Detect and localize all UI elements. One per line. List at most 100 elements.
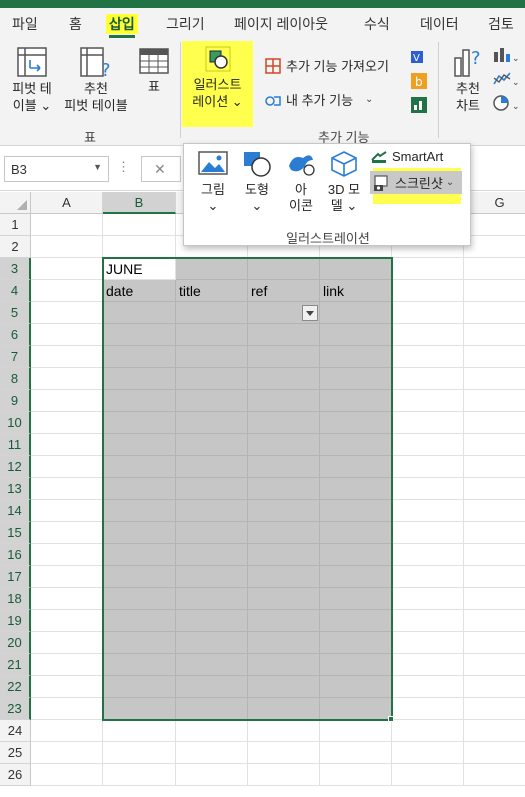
cell-c24[interactable] xyxy=(176,720,248,742)
cell-d26[interactable] xyxy=(248,764,320,786)
cell-b7[interactable] xyxy=(103,346,176,368)
tab-page-layout[interactable]: 페이지 레이아웃 xyxy=(234,14,328,34)
cell-c5[interactable] xyxy=(176,302,248,324)
cell-g8[interactable] xyxy=(464,368,525,390)
cell-f20[interactable] xyxy=(392,632,464,654)
cell-g24[interactable] xyxy=(464,720,525,742)
cell-e26[interactable] xyxy=(320,764,392,786)
cell-g16[interactable] xyxy=(464,544,525,566)
line-chart-icon[interactable]: ⌄ xyxy=(492,70,520,88)
cell-e16[interactable] xyxy=(320,544,392,566)
row-header-17[interactable]: 17 xyxy=(0,566,31,588)
cell-e23[interactable] xyxy=(320,698,392,720)
cell-a15[interactable] xyxy=(31,522,103,544)
cell-b21[interactable] xyxy=(103,654,176,676)
cell-b26[interactable] xyxy=(103,764,176,786)
cell-g12[interactable] xyxy=(464,456,525,478)
cell-c18[interactable] xyxy=(176,588,248,610)
cell-g6[interactable] xyxy=(464,324,525,346)
row-header-21[interactable]: 21 xyxy=(0,654,31,676)
cell-b23[interactable] xyxy=(103,698,176,720)
cell-f14[interactable] xyxy=(392,500,464,522)
cell-b9[interactable] xyxy=(103,390,176,412)
cell-a4[interactable] xyxy=(31,280,103,302)
cell-d16[interactable] xyxy=(248,544,320,566)
cell-e3[interactable] xyxy=(320,258,392,280)
row-header-24[interactable]: 24 xyxy=(0,720,31,742)
cell-f5[interactable] xyxy=(392,302,464,324)
picture-button[interactable]: 그림 ⌄ xyxy=(194,150,232,214)
cell-g17[interactable] xyxy=(464,566,525,588)
cell-a3[interactable] xyxy=(31,258,103,280)
cell-e25[interactable] xyxy=(320,742,392,764)
cell-f13[interactable] xyxy=(392,478,464,500)
cell-d17[interactable] xyxy=(248,566,320,588)
cell-b17[interactable] xyxy=(103,566,176,588)
row-header-3[interactable]: 3 xyxy=(0,258,31,280)
cell-a1[interactable] xyxy=(31,214,103,236)
cell-g7[interactable] xyxy=(464,346,525,368)
cell-a13[interactable] xyxy=(31,478,103,500)
tab-review[interactable]: 검토 xyxy=(488,14,514,34)
recommended-pivot-button[interactable]: ? 추천 피벗 테이블 xyxy=(58,46,134,114)
cell-b22[interactable] xyxy=(103,676,176,698)
cell-e4[interactable]: link xyxy=(320,280,392,302)
cell-c4[interactable]: title xyxy=(176,280,248,302)
cell-e22[interactable] xyxy=(320,676,392,698)
get-addins-button[interactable]: 추가 기능 가져오기 xyxy=(264,56,389,75)
cell-a24[interactable] xyxy=(31,720,103,742)
pivot-table-button[interactable]: 피벗 테 이블 ⌄ xyxy=(6,46,58,114)
row-header-10[interactable]: 10 xyxy=(0,412,31,434)
cell-c21[interactable] xyxy=(176,654,248,676)
cell-a12[interactable] xyxy=(31,456,103,478)
cell-g25[interactable] xyxy=(464,742,525,764)
cell-c8[interactable] xyxy=(176,368,248,390)
cell-b18[interactable] xyxy=(103,588,176,610)
cell-e24[interactable] xyxy=(320,720,392,742)
cell-c26[interactable] xyxy=(176,764,248,786)
row-header-4[interactable]: 4 xyxy=(0,280,31,302)
cell-b3[interactable]: JUNE xyxy=(103,258,176,280)
tab-draw[interactable]: 그리기 xyxy=(166,14,205,34)
cell-c22[interactable] xyxy=(176,676,248,698)
cell-d9[interactable] xyxy=(248,390,320,412)
row-header-20[interactable]: 20 xyxy=(0,632,31,654)
cell-a6[interactable] xyxy=(31,324,103,346)
smartart-button[interactable]: SmartArt xyxy=(370,149,443,164)
cell-b14[interactable] xyxy=(103,500,176,522)
cell-g21[interactable] xyxy=(464,654,525,676)
row-header-15[interactable]: 15 xyxy=(0,522,31,544)
cell-e13[interactable] xyxy=(320,478,392,500)
cell-a23[interactable] xyxy=(31,698,103,720)
cell-e17[interactable] xyxy=(320,566,392,588)
tab-data[interactable]: 데이터 xyxy=(420,14,459,34)
cell-d11[interactable] xyxy=(248,434,320,456)
cell-b15[interactable] xyxy=(103,522,176,544)
cell-f15[interactable] xyxy=(392,522,464,544)
cell-f25[interactable] xyxy=(392,742,464,764)
cell-g20[interactable] xyxy=(464,632,525,654)
cell-f18[interactable] xyxy=(392,588,464,610)
row-header-5[interactable]: 5 xyxy=(0,302,31,324)
cell-a20[interactable] xyxy=(31,632,103,654)
cell-f22[interactable] xyxy=(392,676,464,698)
tab-formulas[interactable]: 수식 xyxy=(364,14,390,34)
cell-g23[interactable] xyxy=(464,698,525,720)
cell-a21[interactable] xyxy=(31,654,103,676)
cell-e8[interactable] xyxy=(320,368,392,390)
cell-f6[interactable] xyxy=(392,324,464,346)
cell-d19[interactable] xyxy=(248,610,320,632)
cell-f23[interactable] xyxy=(392,698,464,720)
3d-models-button[interactable]: 3D 모 델 ⌄ xyxy=(324,150,364,214)
cell-e15[interactable] xyxy=(320,522,392,544)
cell-d8[interactable] xyxy=(248,368,320,390)
recommended-charts-button[interactable]: ? 추천 차트 xyxy=(446,46,490,114)
cell-b6[interactable] xyxy=(103,324,176,346)
cell-e18[interactable] xyxy=(320,588,392,610)
row-header-19[interactable]: 19 xyxy=(0,610,31,632)
screenshot-button[interactable]: 스크린샷 ⌄ xyxy=(370,171,463,194)
cell-c13[interactable] xyxy=(176,478,248,500)
cell-b19[interactable] xyxy=(103,610,176,632)
cell-g19[interactable] xyxy=(464,610,525,632)
row-header-18[interactable]: 18 xyxy=(0,588,31,610)
